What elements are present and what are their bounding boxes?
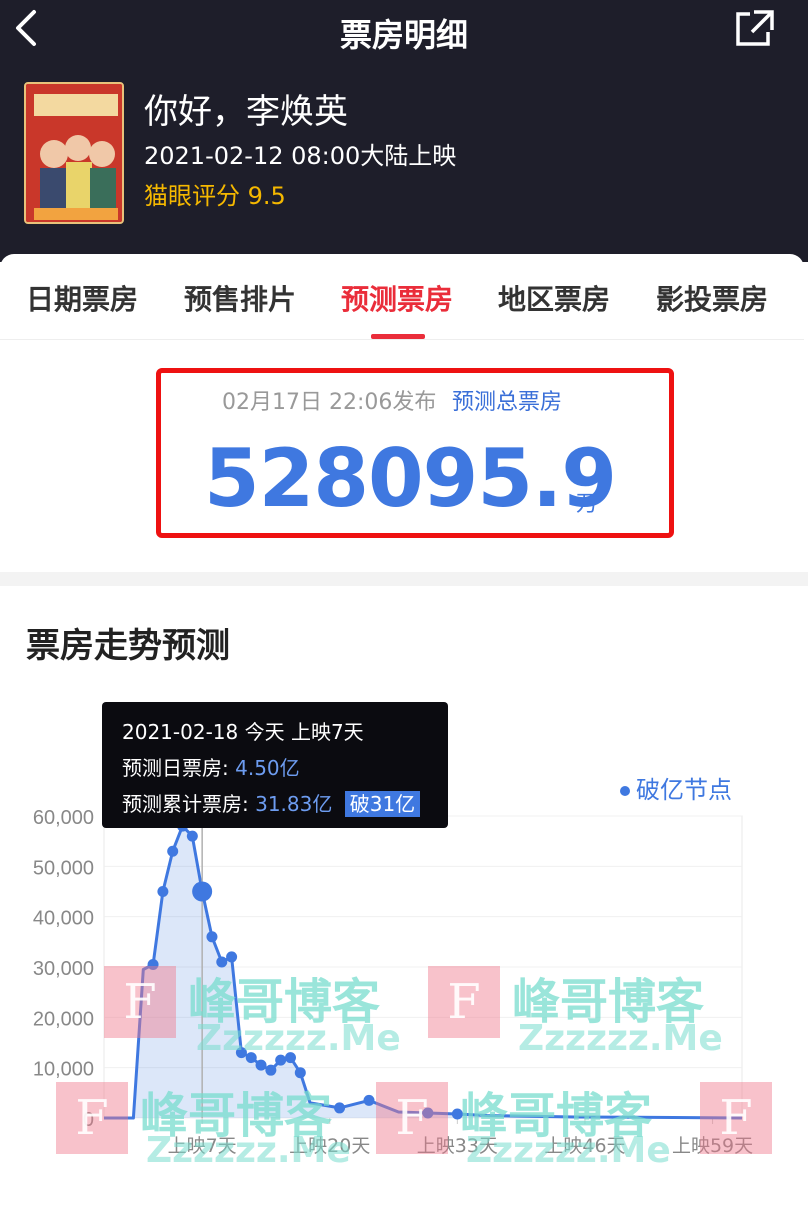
- milestone-point: [275, 1054, 287, 1066]
- milestone-point: [226, 951, 238, 963]
- milestone-point: [167, 845, 179, 857]
- tooltip-cumulative-value: 31.83亿: [255, 792, 333, 816]
- tab-investor-boxoffice[interactable]: 影投票房: [656, 278, 768, 318]
- legend-label: 破亿节点: [636, 776, 732, 804]
- milestone-point: [157, 886, 169, 897]
- milestone-point: [235, 1047, 247, 1059]
- x-tick-label: 上映46天: [544, 1135, 625, 1157]
- rating: 猫眼评分 9.5: [144, 182, 286, 210]
- tab-presale-schedule[interactable]: 预售排片: [184, 278, 296, 318]
- watermark-logo: F: [56, 1082, 128, 1154]
- milestone-point: [255, 1059, 267, 1071]
- tab-region-boxoffice[interactable]: 地区票房: [498, 278, 610, 318]
- y-tick-label: 60,000: [33, 807, 94, 829]
- tooltip-daily: 预测日票房: 4.50亿: [122, 752, 300, 781]
- watermark-logo: F: [428, 966, 500, 1038]
- milestone-point: [451, 1108, 463, 1120]
- milestone-point: [284, 1052, 296, 1064]
- tooltip-daily-value: 4.50亿: [235, 756, 300, 780]
- legend-dot-icon: [620, 786, 630, 796]
- milestone-point: [186, 830, 198, 842]
- forecast-unit: 万: [576, 492, 599, 517]
- movie-title: 你好，李焕英: [144, 92, 348, 132]
- tooltip-cumulative-label: 预测累计票房:: [122, 792, 249, 816]
- y-tick-label: 10,000: [33, 1059, 94, 1081]
- y-tick-label: 50,000: [33, 857, 94, 879]
- tab-date-boxoffice[interactable]: 日期票房: [26, 278, 138, 318]
- forecast-total-value: 528095.9: [204, 432, 617, 525]
- highlighted-point: [192, 881, 213, 902]
- y-tick-label: 40,000: [33, 908, 94, 930]
- watermark-logo: F: [104, 966, 176, 1038]
- milestone-point: [363, 1094, 375, 1106]
- tooltip-date: 2021-02-18 今天 上映7天: [122, 720, 364, 744]
- milestone-point: [294, 1067, 306, 1079]
- movie-poster[interactable]: [24, 82, 124, 224]
- legend-milestone[interactable]: 破亿节点: [620, 770, 732, 805]
- forecast-label[interactable]: 预测总票房: [452, 384, 562, 416]
- release-info: 2021-02-12 08:00大陆上映: [144, 142, 457, 170]
- watermark-logo: F: [700, 1082, 772, 1154]
- x-tick-label: 上映7天: [168, 1135, 237, 1157]
- forecast-date: 02月17日 22:06发布: [222, 390, 437, 415]
- section-divider: [0, 572, 808, 586]
- milestone-point: [216, 956, 228, 968]
- page-title: 票房明细: [339, 16, 468, 54]
- share-icon[interactable]: [732, 8, 776, 48]
- tooltip-daily-label: 预测日票房:: [122, 756, 229, 780]
- milestone-point: [334, 1102, 346, 1114]
- y-tick-label: 30,000: [33, 958, 94, 980]
- tab-forecast-boxoffice[interactable]: 预测票房: [341, 278, 453, 318]
- milestone-point: [245, 1052, 257, 1064]
- x-tick-label: 上映20天: [289, 1135, 370, 1157]
- trend-title: 票房走势预测: [26, 626, 230, 666]
- milestone-point: [265, 1064, 277, 1076]
- tooltip-cumulative: 预测累计票房: 31.83亿 破31亿: [122, 788, 421, 817]
- poster-image: [26, 84, 122, 222]
- tooltip-milestone-tag: 破31亿: [344, 791, 421, 817]
- milestone-point: [206, 931, 218, 943]
- chart-tooltip: 2021-02-18 今天 上映7天 预测日票房: 4.50亿 预测累计票房: …: [102, 702, 448, 828]
- tab-bar: 日期票房 预售排片 预测票房 地区票房 影投票房: [0, 254, 804, 340]
- app-header: 票房明细 你好，李焕英 2021-02-12 08:00大陆上映 猫眼评分 9.…: [0, 0, 808, 262]
- y-tick-label: 20,000: [33, 1008, 94, 1030]
- active-tab-indicator: [371, 334, 425, 339]
- watermark-logo: F: [376, 1082, 448, 1154]
